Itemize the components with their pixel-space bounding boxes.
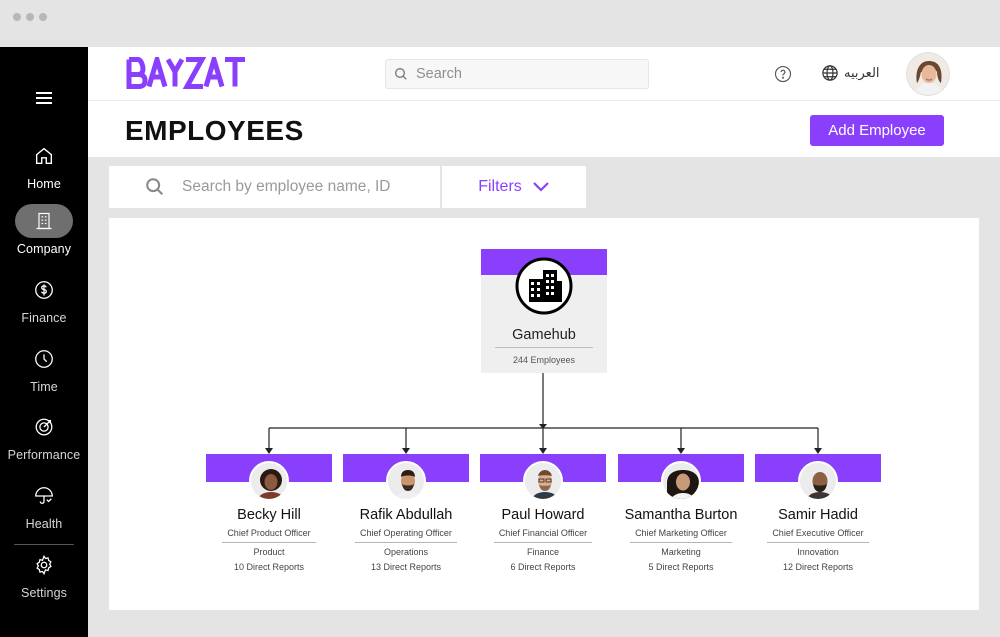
employee-name: Paul Howard [501, 507, 585, 523]
company-name: Gamehub [512, 327, 576, 343]
bayzat-logo[interactable] [126, 50, 260, 94]
employee-count: 244 Employees [512, 355, 576, 365]
search-input[interactable] [416, 66, 616, 82]
employee-card[interactable]: Paul Howard Chief Financial Officer Fina… [480, 454, 606, 572]
sidebar-item-performance[interactable]: Performance [0, 410, 88, 462]
org-chart: Gamehub 244 Employees Becky Hill Chief P… [109, 218, 979, 610]
umbrella-icon [15, 479, 73, 513]
sidebar-item-label: Company [16, 242, 72, 256]
language-label: العربيه [844, 65, 880, 81]
gear-icon [15, 548, 73, 582]
page-header: EMPLOYEES Add Employee [88, 101, 1000, 157]
filters-dropdown[interactable]: Filters [442, 166, 586, 208]
target-icon [15, 410, 73, 444]
sidebar-divider [14, 544, 74, 545]
direct-reports: 6 Direct Reports [510, 562, 576, 572]
employee-search-input[interactable] [182, 178, 432, 196]
employee-card[interactable]: Samantha Burton Chief Marketing Officer … [618, 454, 744, 572]
window-dot [13, 13, 21, 21]
language-switcher[interactable]: العربيه [821, 64, 880, 82]
employee-avatar [249, 461, 289, 501]
sidebar-item-company[interactable]: Company [0, 204, 88, 256]
add-employee-button[interactable]: Add Employee [810, 115, 944, 146]
search-icon [395, 68, 407, 80]
employee-search[interactable] [109, 166, 440, 208]
help-icon[interactable] [774, 65, 792, 88]
employee-avatar [386, 461, 426, 501]
sidebar: Home Company Finance Time Performance He… [0, 47, 88, 637]
sidebar-item-label: Settings [21, 586, 67, 600]
employee-card[interactable]: Rafik Abdullah Chief Operating Officer O… [343, 454, 469, 572]
employee-name: Samantha Burton [624, 507, 738, 523]
employee-department: Operations [383, 547, 429, 557]
divider [495, 347, 593, 348]
direct-reports: 12 Direct Reports [782, 562, 854, 572]
top-header: العربيه [88, 47, 1000, 101]
employee-card[interactable]: Samir Hadid Chief Executive Officer Inno… [755, 454, 881, 572]
employee-card[interactable]: Becky Hill Chief Product Officer Product… [206, 454, 332, 572]
employee-title: Chief Executive Officer [767, 528, 869, 543]
global-search[interactable] [385, 59, 649, 89]
employee-department: Product [253, 547, 285, 557]
browser-chrome [0, 0, 1000, 47]
globe-icon [822, 65, 838, 81]
window-dot [39, 13, 47, 21]
employee-name: Samir Hadid [778, 507, 858, 523]
sidebar-item-home[interactable]: Home [0, 139, 88, 191]
employee-title: Chief Financial Officer [493, 528, 593, 543]
employee-avatar [661, 461, 701, 501]
sidebar-item-finance[interactable]: Finance [0, 273, 88, 325]
user-avatar[interactable] [906, 52, 950, 96]
dollar-icon [15, 273, 73, 307]
clock-icon [15, 342, 73, 376]
sidebar-item-label: Performance [7, 448, 81, 462]
building-icon [15, 204, 73, 238]
employee-name: Rafik Abdullah [359, 507, 453, 523]
employee-name: Becky Hill [237, 507, 301, 523]
company-card[interactable]: Gamehub 244 Employees [481, 249, 607, 373]
employee-avatar [798, 461, 838, 501]
filters-label: Filters [478, 178, 522, 195]
employee-department: Marketing [661, 547, 701, 557]
sidebar-item-label: Home [27, 177, 61, 191]
sidebar-item-label: Health [25, 517, 63, 531]
employee-title: Chief Product Officer [222, 528, 316, 543]
search-icon [146, 178, 164, 196]
employee-title: Chief Marketing Officer [630, 528, 732, 543]
building-icon [515, 257, 573, 315]
sidebar-item-time[interactable]: Time [0, 342, 88, 394]
menu-icon[interactable] [36, 92, 52, 104]
employee-title: Chief Operating Officer [355, 528, 457, 543]
home-icon [15, 139, 73, 173]
page-title: EMPLOYEES [125, 115, 304, 146]
employee-avatar [523, 461, 563, 501]
chevron-down-icon [533, 182, 549, 192]
window-dot [26, 13, 34, 21]
direct-reports: 10 Direct Reports [233, 562, 305, 572]
direct-reports: 5 Direct Reports [648, 562, 714, 572]
sidebar-item-health[interactable]: Health [0, 479, 88, 531]
sidebar-item-settings[interactable]: Settings [0, 548, 88, 600]
employee-department: Innovation [797, 547, 839, 557]
sidebar-item-label: Time [30, 380, 58, 394]
sidebar-item-label: Finance [21, 311, 67, 325]
employee-department: Finance [526, 547, 560, 557]
direct-reports: 13 Direct Reports [370, 562, 442, 572]
